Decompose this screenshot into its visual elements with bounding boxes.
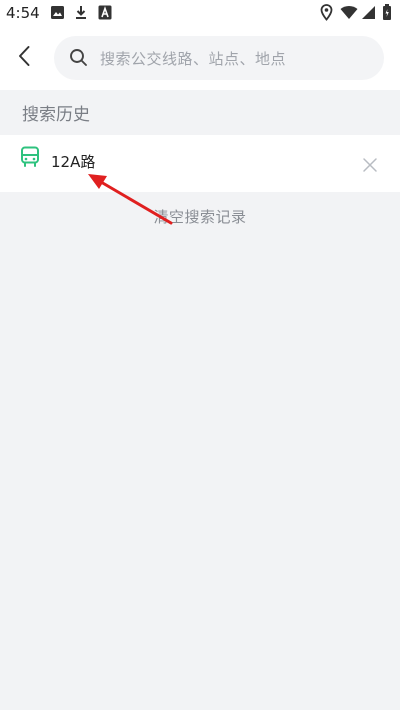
annotation-arrow — [88, 174, 173, 225]
app-screen: 4:54 搜索公交线路、站点、地点 搜索历史 12A路 清空搜索记录 — [0, 0, 400, 710]
